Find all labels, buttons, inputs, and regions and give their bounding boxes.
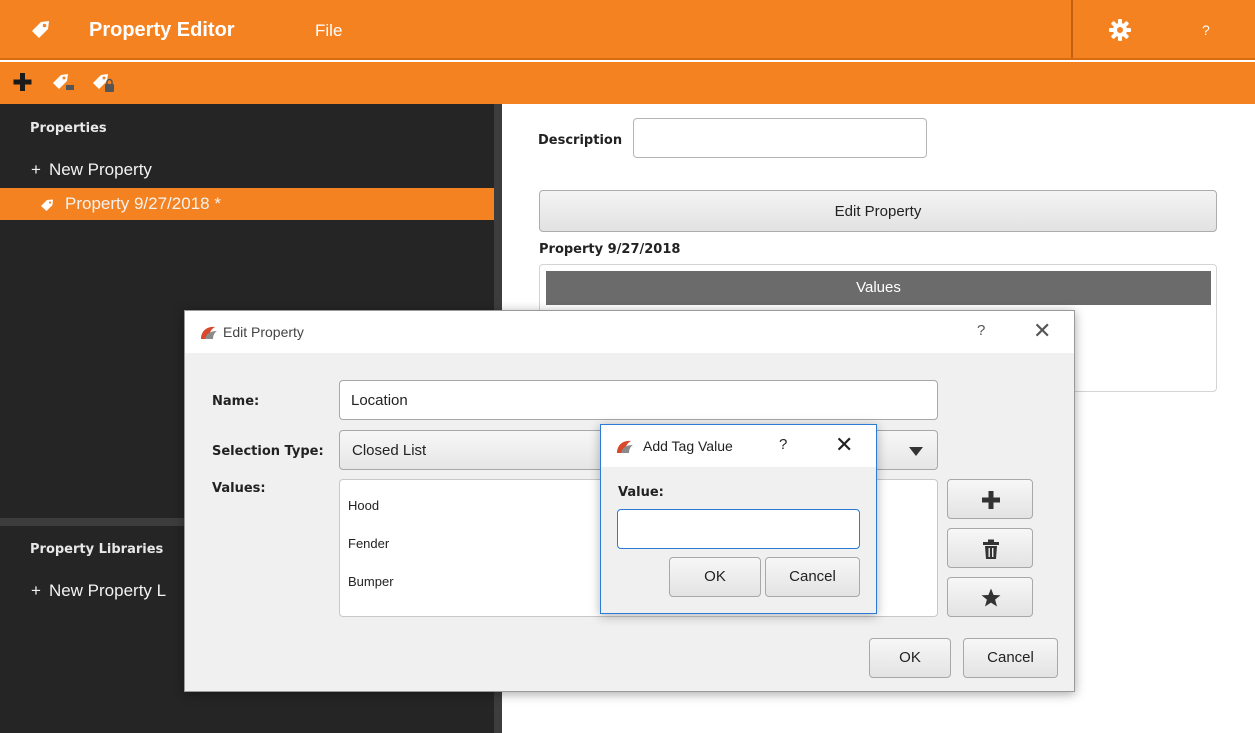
add-value-button[interactable] (947, 479, 1033, 519)
close-icon[interactable]: ✕ (835, 432, 853, 458)
description-label: Description (538, 133, 623, 148)
tag-icon (41, 199, 53, 211)
edit-property-button[interactable]: Edit Property (539, 190, 1217, 232)
dialog-ok-button[interactable]: OK (869, 638, 951, 678)
list-item[interactable]: Fender (348, 536, 389, 551)
close-icon[interactable]: ✕ (1033, 318, 1051, 344)
delete-value-button[interactable] (947, 528, 1033, 568)
values-column-header[interactable]: Values (546, 271, 1211, 305)
value-input[interactable] (617, 509, 860, 549)
property-list-item[interactable]: Property 9/27/2018 * (0, 188, 494, 220)
new-property-label: New Property (48, 160, 152, 179)
title-separator (1071, 0, 1073, 58)
help-button[interactable]: ? (1202, 22, 1210, 38)
properties-heading: Properties (30, 121, 107, 136)
app-window-icon (201, 326, 217, 339)
list-item[interactable]: Bumper (348, 574, 394, 589)
plus-icon: + (31, 160, 41, 179)
dialog-help-button[interactable]: ? (779, 436, 787, 453)
plus-icon: + (31, 581, 41, 600)
toolbar (0, 62, 1255, 104)
new-property-item[interactable]: + New Property (0, 154, 494, 186)
dialog-title: Add Tag Value (643, 438, 733, 454)
star-icon (981, 588, 1001, 607)
dialog-title: Edit Property (223, 324, 304, 340)
menu-file[interactable]: File (315, 21, 342, 41)
property-item-label: Property 9/27/2018 * (65, 194, 221, 213)
app-title: Property Editor (89, 19, 235, 41)
dialog-cancel-button[interactable]: Cancel (963, 638, 1058, 678)
new-library-item[interactable]: + New Property L (0, 575, 200, 607)
new-library-label: New Property L (48, 581, 167, 600)
libraries-heading: Property Libraries (30, 542, 164, 557)
add-tag-value-dialog: Add Tag Value ? ✕ Value: OK Cancel (600, 424, 877, 614)
property-title: Property 9/27/2018 (539, 242, 681, 257)
values-label: Values: (212, 481, 266, 496)
name-label: Name: (212, 394, 260, 409)
title-bar: Property Editor File ? (0, 0, 1255, 60)
tag-lock-icon[interactable] (90, 70, 116, 94)
selection-type-value: Closed List (352, 442, 427, 459)
name-input[interactable]: Location (339, 380, 938, 420)
dialog-title-bar (185, 311, 1074, 353)
tag-cancel-button[interactable]: Cancel (765, 557, 860, 597)
tag-icon (32, 21, 49, 38)
add-icon[interactable] (10, 70, 36, 94)
list-item[interactable]: Hood (348, 498, 379, 513)
app-window-icon (617, 440, 633, 453)
add-tag-icon[interactable] (50, 70, 76, 94)
chevron-down-icon (909, 447, 923, 456)
value-label: Value: (618, 485, 664, 500)
gear-icon[interactable] (1108, 18, 1132, 42)
trash-icon (983, 539, 999, 559)
plus-icon (982, 491, 1000, 509)
tag-ok-button[interactable]: OK (669, 557, 761, 597)
set-default-value-button[interactable] (947, 577, 1033, 617)
selection-type-label: Selection Type: (212, 444, 324, 459)
description-input[interactable] (633, 118, 927, 158)
dialog-help-button[interactable]: ? (977, 322, 985, 339)
